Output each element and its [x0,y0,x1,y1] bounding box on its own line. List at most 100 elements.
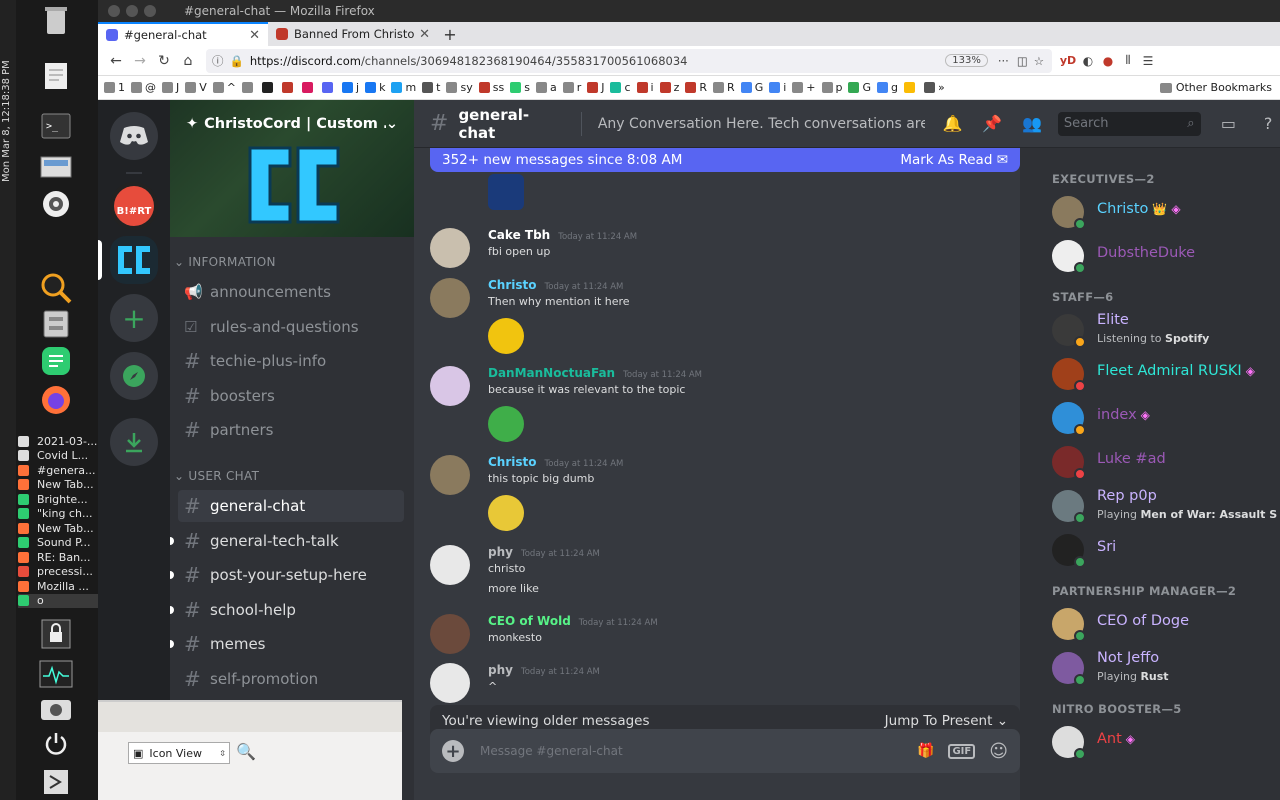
search-icon[interactable]: 🔍 [236,742,256,761]
attach-plus-icon[interactable]: + [442,740,464,762]
bookmark-item[interactable]: @ [131,81,156,94]
window-item[interactable]: Mozilla ... [18,579,98,594]
text-editor-icon[interactable] [38,58,74,94]
channel-general-tech-talk[interactable]: # general-tech-talk [170,525,404,557]
server-bhrt-icon[interactable]: B!#RT [110,182,158,230]
window-item[interactable]: RE: Ban... [18,550,98,565]
url-bar[interactable]: ⓘ 🔒 https://discord.com/channels/3069481… [206,48,1052,73]
file-manager-titlebar[interactable] [98,702,402,732]
window-item[interactable]: New Tab... [18,521,98,536]
bookmark-item[interactable]: G [740,81,763,94]
avatar[interactable] [430,545,470,585]
bookmark-item[interactable]: i [636,81,654,94]
bookmark-item[interactable]: ss [478,81,504,94]
window-item[interactable]: o [18,593,98,608]
gift-icon[interactable]: 🎁 [917,743,934,759]
extension-record-icon[interactable]: ● [1098,51,1118,71]
bookmark-item[interactable] [302,82,316,93]
power-icon[interactable] [38,726,74,762]
channel-boosters[interactable]: # boosters [178,380,404,412]
username[interactable]: phy [488,545,513,559]
bookmark-item[interactable]: 1 [104,81,125,94]
site-info-icon[interactable]: ⓘ [212,53,224,69]
window-item[interactable]: 2021-03-... [18,434,98,449]
bookmark-item[interactable]: s [510,81,530,94]
bookmark-item[interactable]: sy [446,81,473,94]
window-item[interactable]: #genera... [18,463,98,478]
system-monitor-icon[interactable] [38,656,74,692]
home-button[interactable]: ⌂ [176,49,200,73]
category-information[interactable]: ⌄ INFORMATION [174,255,276,269]
username[interactable]: DanManNoctuaFan [488,366,615,380]
close-tab-icon[interactable]: ✕ [249,28,260,43]
server-header[interactable]: ✦ ChristoCord | Custom ... ⌄ [186,116,398,132]
username[interactable]: Christo [488,278,537,292]
bookmark-item[interactable]: ^ [212,81,236,94]
window-item[interactable]: "king ch... [18,507,98,522]
bookmark-item[interactable]: i [769,81,786,94]
panel-clock[interactable]: Mon Mar 8, 12:18:38 PM [1,42,15,182]
username[interactable]: Cake Tbh [488,228,550,242]
channel-school-help[interactable]: # school-help [170,594,404,626]
tab-banned[interactable]: Banned From ChristoCor ✕ [268,22,438,46]
bookmark-item[interactable]: k [365,81,385,94]
notes-app-icon[interactable] [38,343,74,379]
bookmark-item[interactable]: + [792,81,816,94]
bookmark-item[interactable]: » [924,81,945,94]
member-item[interactable]: Christo 👑 ◈ [1052,192,1272,234]
window-item[interactable]: Covid L... [18,449,98,464]
magnifier-icon[interactable] [38,270,74,306]
bookmark-item[interactable]: V [185,81,207,94]
member-item[interactable]: Luke #ad [1052,442,1272,484]
members-icon[interactable]: 👥 [1020,112,1044,136]
lock-screen-icon[interactable] [38,616,74,652]
help-icon[interactable]: ? [1256,112,1280,136]
window-item[interactable]: New Tab... [18,478,98,493]
window-titlebar[interactable]: #general-chat — Mozilla Firefox [98,0,1280,22]
channel-topic[interactable]: Any Conversation Here. Tech conversation… [598,116,925,132]
channel-announcements[interactable]: 📢 announcements [178,276,404,308]
username[interactable]: phy [488,663,513,677]
bookmark-item[interactable] [262,82,276,93]
bookmark-item[interactable] [282,82,296,93]
bookmark-item[interactable]: R [685,81,707,94]
settings-wheel-icon[interactable] [38,186,74,222]
minimize-window-button[interactable] [126,5,138,17]
server-banner[interactable]: ✦ ChristoCord | Custom ... ⌄ [170,100,414,237]
username[interactable]: CEO of Wold [488,614,571,628]
bookmark-item[interactable]: r [562,81,581,94]
explore-servers-icon[interactable] [110,352,158,400]
other-bookmarks-button[interactable]: Other Bookmarks [1159,81,1272,94]
message-input[interactable]: Message #general-chat [480,744,903,758]
member-item[interactable]: Fleet Admiral RUSKI ◈ [1052,354,1272,396]
username[interactable]: Christo [488,455,537,469]
bookmark-item[interactable]: c [610,81,631,94]
server-christocord-icon[interactable] [110,236,158,284]
bookmark-item[interactable]: t [422,81,440,94]
bell-icon[interactable]: 🔔 [941,112,965,136]
channel-post-your-setup-here[interactable]: # post-your-setup-here [170,559,404,591]
chevron-down-icon[interactable]: ⌄ [386,116,398,132]
window-item[interactable]: Sound P... [18,536,98,551]
camera-icon[interactable] [38,690,74,726]
member-item[interactable]: Ant ◈ [1052,722,1272,764]
member-item[interactable]: CEO of Doge [1052,604,1272,646]
bookmark-item[interactable]: j [342,81,359,94]
bookmark-item[interactable]: J [162,81,179,94]
member-item[interactable]: Elite Listening to Spotify [1052,310,1272,352]
avatar[interactable] [430,366,470,406]
zoom-indicator[interactable]: 133% [945,54,988,67]
avatar[interactable] [430,228,470,268]
window-item[interactable]: Brighte... [18,492,98,507]
terminal-icon[interactable]: >_ [38,108,74,144]
extension-shield-icon[interactable]: ◐ [1078,51,1098,71]
tab-general-chat[interactable]: #general-chat ✕ [98,22,268,46]
inbox-icon[interactable]: ▭ [1217,112,1241,136]
new-messages-bar[interactable]: 352+ new messages since 8:08 AM Mark As … [430,148,1020,172]
trash-icon[interactable] [38,2,74,38]
bookmark-item[interactable] [322,82,336,93]
mark-as-read-button[interactable]: Mark As Read ✉ [900,152,1008,168]
member-item[interactable]: Sri [1052,530,1272,572]
add-server-icon[interactable]: + [110,294,158,342]
channel-partners[interactable]: # partners [178,414,404,446]
